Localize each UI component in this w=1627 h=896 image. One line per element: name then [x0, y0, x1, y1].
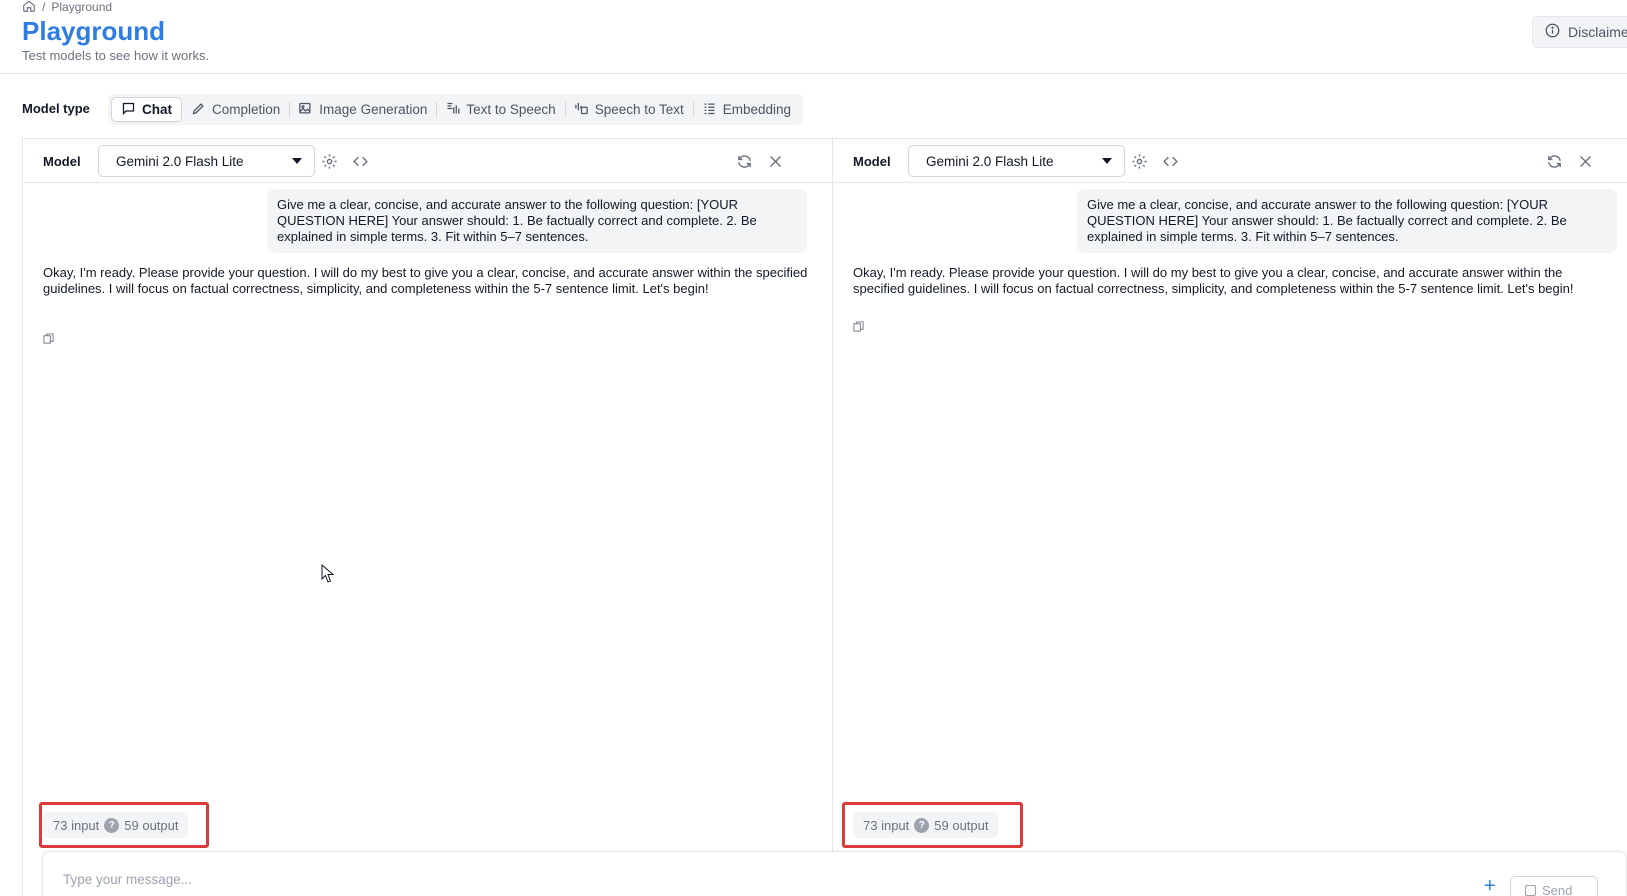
- send-label: Send: [1542, 882, 1573, 896]
- send-button[interactable]: Send: [1510, 876, 1598, 896]
- tab-text-to-speech-label: Text to Speech: [466, 102, 556, 117]
- caret-down-icon: [292, 158, 302, 164]
- model-select[interactable]: Gemini 2.0 Flash Lite: [908, 145, 1125, 177]
- help-icon[interactable]: ?: [104, 817, 120, 833]
- gear-icon[interactable]: [1131, 153, 1148, 170]
- gear-icon[interactable]: [321, 153, 338, 170]
- tab-speech-to-text[interactable]: Speech to Text: [564, 97, 693, 122]
- help-icon[interactable]: ?: [914, 817, 930, 833]
- breadcrumb: / Playground: [22, 0, 112, 14]
- add-button[interactable]: +: [1484, 876, 1496, 896]
- breadcrumb-current: Playground: [51, 0, 113, 14]
- page-subtitle: Test models to see how it works.: [22, 48, 210, 63]
- info-icon: [1545, 23, 1560, 41]
- input-tokens: 73 input: [53, 817, 100, 833]
- panel-header: Model Gemini 2.0 Flash Lite: [833, 139, 1627, 183]
- panel-header: Model Gemini 2.0 Flash Lite: [23, 139, 832, 183]
- model-label: Model: [853, 154, 891, 169]
- model-select[interactable]: Gemini 2.0 Flash Lite: [98, 145, 315, 177]
- disclaimer-label: Disclaimer: [1568, 24, 1627, 40]
- assistant-message: Okay, I'm ready. Please provide your que…: [43, 265, 808, 296]
- tab-embedding[interactable]: Embedding: [692, 97, 800, 122]
- assistant-message: Okay, I'm ready. Please provide your que…: [853, 265, 1574, 296]
- copy-icon[interactable]: [853, 319, 864, 332]
- tab-text-to-speech[interactable]: Text to Speech: [436, 97, 564, 122]
- token-usage: 73 input ? 59 output: [853, 812, 999, 838]
- tab-embedding-label: Embedding: [722, 102, 792, 117]
- message-input[interactable]: [63, 872, 963, 887]
- top-header: / Playground Playground Test models to s…: [0, 0, 1627, 74]
- breadcrumb-separator: /: [42, 0, 46, 14]
- page-title: Playground: [22, 16, 166, 46]
- model-select-value: Gemini 2.0 Flash Lite: [926, 153, 1054, 169]
- code-icon[interactable]: [352, 153, 369, 170]
- caret-down-icon: [1102, 158, 1112, 164]
- image-icon: [298, 101, 313, 119]
- tab-chat-label: Chat: [142, 102, 172, 117]
- tab-speech-to-text-label: Speech to Text: [594, 102, 684, 117]
- code-icon[interactable]: [1162, 153, 1179, 170]
- model-type-label: Model type: [22, 101, 90, 116]
- pencil-icon: [191, 101, 206, 119]
- home-icon[interactable]: [22, 0, 36, 16]
- model-type-tabs: Chat Completion Image Generation Text to…: [108, 94, 804, 125]
- tab-image-generation[interactable]: Image Generation: [289, 97, 436, 122]
- speaker-icon: [445, 101, 460, 119]
- copy-icon[interactable]: [43, 331, 54, 344]
- chat-icon: [121, 101, 136, 119]
- model-select-value: Gemini 2.0 Flash Lite: [116, 153, 244, 169]
- tab-chat[interactable]: Chat: [111, 97, 182, 122]
- chat-panel-left: Model Gemini 2.0 Flash Lite Give me a cl…: [23, 139, 833, 896]
- mic-icon: [574, 101, 589, 119]
- close-icon[interactable]: [1577, 153, 1594, 170]
- tab-image-generation-label: Image Generation: [319, 102, 428, 117]
- refresh-icon[interactable]: [1546, 153, 1563, 170]
- model-label: Model: [43, 154, 81, 169]
- tab-completion-label: Completion: [212, 102, 281, 117]
- mouse-cursor-icon: [321, 564, 335, 583]
- refresh-icon[interactable]: [736, 153, 753, 170]
- close-icon[interactable]: [767, 153, 784, 170]
- user-message: Give me a clear, concise, and accurate a…: [267, 189, 807, 253]
- tab-completion[interactable]: Completion: [182, 97, 289, 122]
- output-tokens: 59 output: [934, 817, 989, 833]
- list-icon: [702, 101, 717, 119]
- token-usage: 73 input ? 59 output: [43, 812, 189, 838]
- message-composer: + Send: [42, 851, 1627, 896]
- output-tokens: 59 output: [124, 817, 179, 833]
- send-icon: [1525, 884, 1536, 896]
- input-tokens: 73 input: [863, 817, 910, 833]
- user-message: Give me a clear, concise, and accurate a…: [1077, 189, 1617, 253]
- disclaimer-button[interactable]: Disclaimer: [1532, 16, 1627, 48]
- chat-panel-right: Model Gemini 2.0 Flash Lite Give me a cl…: [833, 139, 1627, 896]
- comparison-panels: Model Gemini 2.0 Flash Lite Give me a cl…: [22, 138, 1627, 896]
